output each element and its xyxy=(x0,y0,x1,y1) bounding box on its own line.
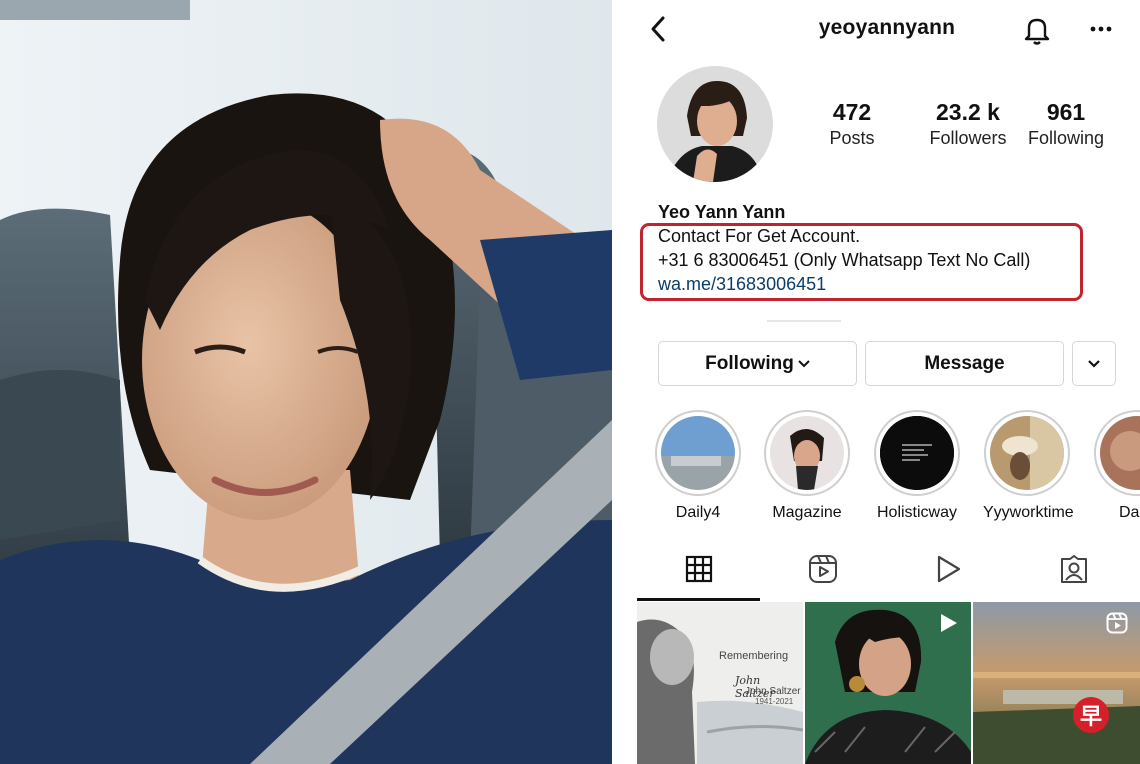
chevron-down-icon xyxy=(1087,359,1101,369)
highlight-cover xyxy=(1100,416,1140,490)
tab-video[interactable] xyxy=(928,552,968,590)
highlight-ring xyxy=(1094,410,1140,496)
tab-reels[interactable] xyxy=(803,552,843,590)
highlight-ring xyxy=(655,410,741,496)
message-button[interactable]: Message xyxy=(865,341,1064,386)
followers-value: 23.2 k xyxy=(936,99,1000,125)
highlight-ring xyxy=(984,410,1070,496)
highlight-label: Dai xyxy=(1119,504,1140,521)
publisher-logo: 早 xyxy=(1073,697,1109,733)
message-button-label: Message xyxy=(924,352,1005,374)
instagram-profile-screen: yeoyannyann 472 Posts 23.2 k Followers 9… xyxy=(637,0,1140,764)
highlight-cover xyxy=(990,416,1064,490)
post-tile[interactable] xyxy=(805,602,971,764)
profile-username: yeoyannyann xyxy=(818,16,956,39)
highlight-ring xyxy=(764,410,850,496)
reels-icon xyxy=(1106,612,1128,639)
highlight-cover xyxy=(661,416,735,490)
red-highlight-box xyxy=(640,223,1083,301)
video-play-icon xyxy=(937,612,959,639)
highlight-ring xyxy=(874,410,960,496)
suggested-accounts-button[interactable] xyxy=(1072,341,1116,386)
following-value: 961 xyxy=(1046,99,1086,125)
divider xyxy=(767,320,841,322)
highlight-dai[interactable]: Dai xyxy=(1093,410,1140,522)
highlight-label: Holisticway xyxy=(876,504,957,521)
following-button[interactable]: Following xyxy=(658,341,857,386)
video-play-icon xyxy=(934,554,962,589)
post-years: 1941-2021 xyxy=(755,697,794,706)
highlight-yyyworktime[interactable]: Yyyworktime xyxy=(983,410,1074,522)
post-tile[interactable] xyxy=(973,602,1140,764)
highlight-label: Yyyworktime xyxy=(983,504,1074,521)
highlight-holisticway[interactable]: Holisticway xyxy=(873,410,961,522)
highlight-magazine[interactable]: Magazine xyxy=(763,410,851,522)
posts-count[interactable]: 472 Posts xyxy=(817,98,887,150)
reels-icon xyxy=(808,554,838,589)
post-name: John Saltzer xyxy=(745,686,801,697)
back-arrow-icon[interactable] xyxy=(645,14,673,44)
profile-avatar[interactable] xyxy=(657,66,773,182)
posts-value: 472 xyxy=(832,99,872,125)
tab-grid[interactable] xyxy=(679,552,719,590)
tab-tagged[interactable] xyxy=(1054,552,1094,590)
display-name: Yeo Yann Yann xyxy=(658,202,786,222)
post-tile[interactable]: Remembering John Saltzer John Saltzer 19… xyxy=(637,602,803,764)
selfie-photo xyxy=(0,0,612,764)
posts-label: Posts xyxy=(829,128,875,148)
post-caption: Remembering xyxy=(719,650,789,662)
more-dots-icon[interactable] xyxy=(1087,14,1115,44)
grid-icon xyxy=(685,555,713,588)
active-tab-indicator xyxy=(637,598,760,601)
highlight-cover xyxy=(880,416,954,490)
bell-icon[interactable] xyxy=(1021,14,1053,46)
followers-label: Followers xyxy=(929,128,1007,148)
following-label: Following xyxy=(1027,128,1105,148)
following-count[interactable]: 961 Following xyxy=(1021,98,1111,150)
highlight-label: Daily4 xyxy=(675,504,721,521)
highlight-label: Magazine xyxy=(772,504,842,521)
followers-count[interactable]: 23.2 k Followers xyxy=(913,98,1023,150)
chevron-down-icon xyxy=(798,359,810,369)
following-button-label: Following xyxy=(705,352,794,374)
highlight-cover xyxy=(770,416,844,490)
highlight-daily4[interactable]: Daily4 xyxy=(654,410,742,522)
top-bar: yeoyannyann xyxy=(637,0,1140,60)
tagged-icon xyxy=(1059,554,1089,589)
